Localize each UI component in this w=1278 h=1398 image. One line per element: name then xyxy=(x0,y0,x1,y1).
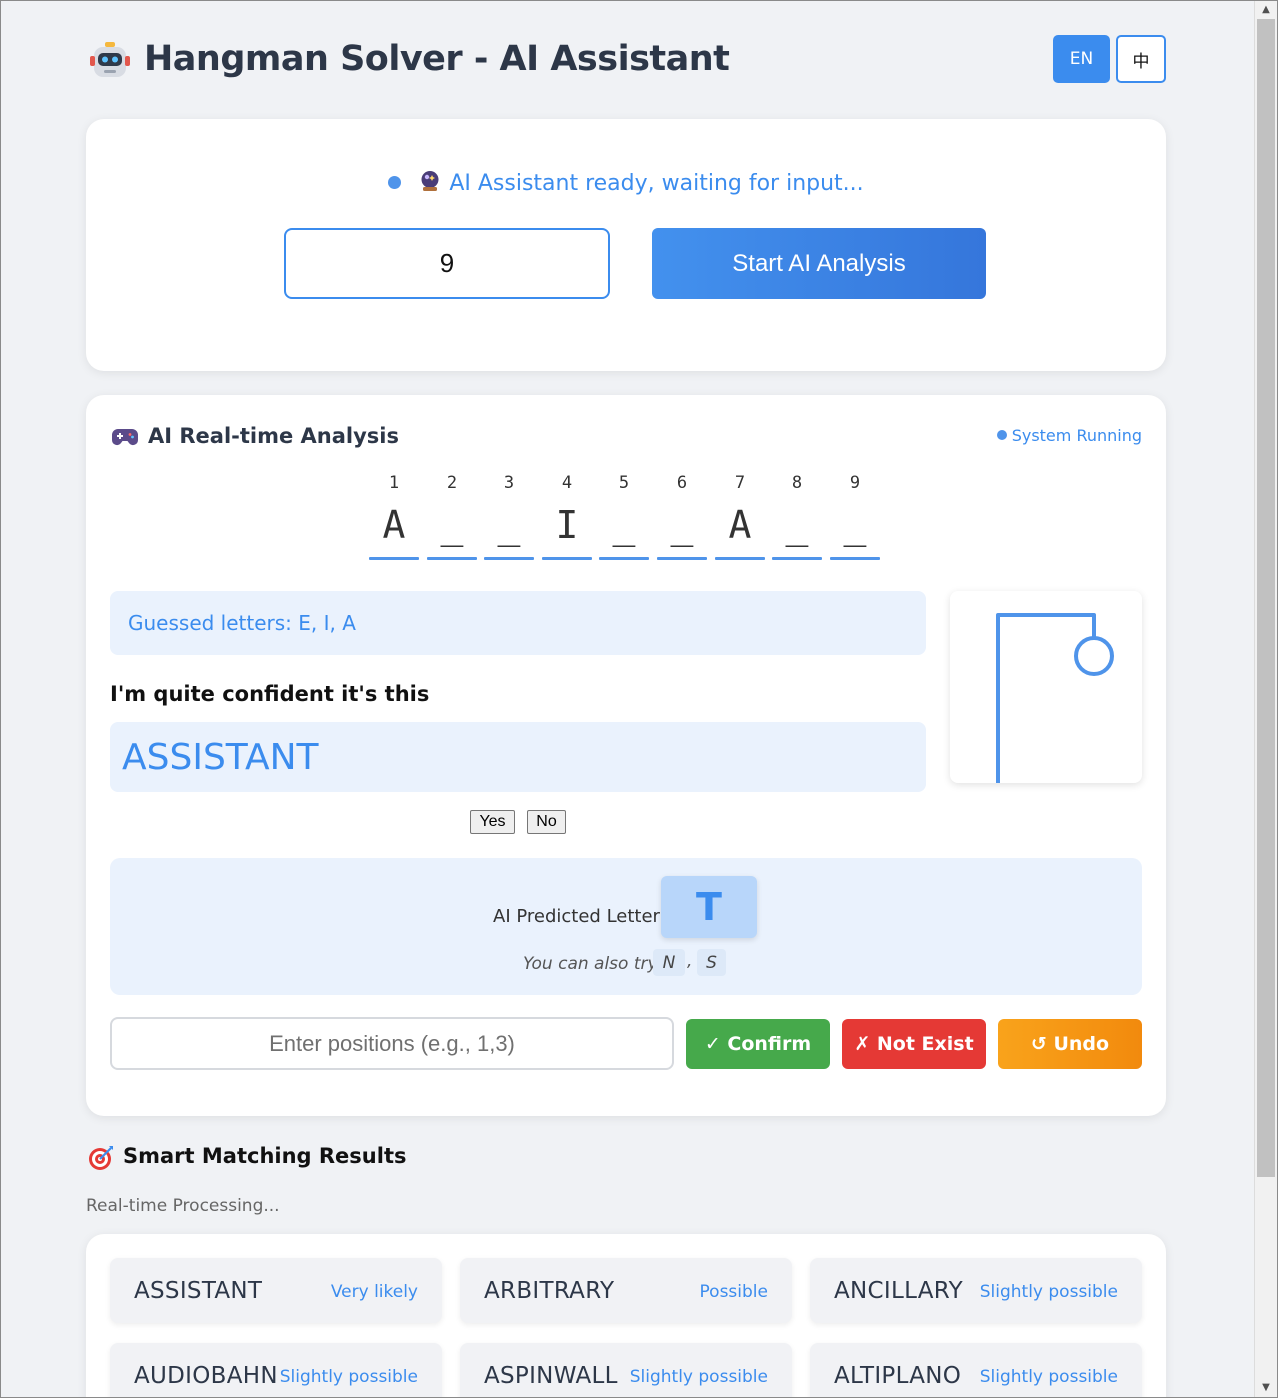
letter-slot[interactable]: 2 _ xyxy=(427,473,477,563)
lang-zh-button[interactable]: 中 xyxy=(1116,35,1166,83)
robot-icon xyxy=(90,42,130,77)
slot-letter: A xyxy=(728,503,752,547)
result-probability: Slightly possible xyxy=(629,1367,768,1387)
gallows-icon xyxy=(996,613,1114,783)
system-status: System Running xyxy=(996,426,1142,445)
slot-letter: _ xyxy=(612,503,636,547)
result-probability: Possible xyxy=(699,1282,768,1302)
app-title: Hangman Solver - AI Assistant xyxy=(144,39,730,79)
slot-number: 2 xyxy=(446,473,458,493)
gamepad-icon xyxy=(112,429,138,445)
result-word: ANCILLARY xyxy=(834,1278,963,1304)
result-word: AUDIOBAHN xyxy=(134,1363,278,1389)
predicted-letter: T xyxy=(661,876,757,938)
result-probability: Slightly possible xyxy=(279,1367,418,1387)
slot-number: 9 xyxy=(849,473,861,493)
alternative-letter[interactable]: S xyxy=(697,949,726,976)
slot-underline xyxy=(772,557,822,560)
page-scrollbar[interactable]: ▲ ▼ xyxy=(1254,1,1277,1397)
result-word: ARBITRARY xyxy=(484,1278,615,1304)
scroll-up-icon[interactable]: ▲ xyxy=(1255,1,1277,19)
letter-slot[interactable]: 1A xyxy=(369,473,419,563)
prediction-panel: AI Predicted Letter: T You can also try:… xyxy=(110,858,1142,995)
not-exist-button[interactable]: ✗ Not Exist xyxy=(842,1019,986,1069)
slot-underline xyxy=(657,557,707,560)
letter-slot[interactable]: 6 _ xyxy=(657,473,707,563)
lang-en-button[interactable]: EN xyxy=(1053,35,1110,83)
slot-underline xyxy=(715,557,765,560)
slot-underline xyxy=(427,557,477,560)
letter-slot[interactable]: 7A xyxy=(715,473,765,563)
start-analysis-button[interactable]: Start AI Analysis xyxy=(652,228,986,299)
slot-number: 4 xyxy=(561,473,573,493)
result-probability: Slightly possible xyxy=(979,1367,1118,1387)
slot-number: 8 xyxy=(791,473,803,493)
result-probability: Slightly possible xyxy=(979,1282,1118,1302)
slot-number: 1 xyxy=(388,473,400,493)
slot-underline xyxy=(542,557,592,560)
word-length-input[interactable] xyxy=(284,228,610,299)
slot-letter: _ xyxy=(670,503,694,547)
letter-slot[interactable]: 8 _ xyxy=(772,473,822,563)
status-dot xyxy=(996,430,1007,440)
results-title: Smart Matching Results xyxy=(123,1144,407,1168)
letter-slot[interactable]: 9 _ xyxy=(830,473,880,563)
slot-underline xyxy=(484,557,534,560)
slot-underline xyxy=(830,557,880,560)
crystal-ball-icon xyxy=(421,171,439,191)
undo-button[interactable]: ↺ Undo xyxy=(998,1019,1142,1069)
status-text: AI Assistant ready, waiting for input... xyxy=(449,171,864,196)
slot-letter: I xyxy=(555,503,579,547)
confident-label: I'm quite confident it's this xyxy=(110,682,430,706)
processing-status: Real-time Processing... xyxy=(86,1196,280,1216)
result-word-card[interactable]: ASSISTANT Very likely xyxy=(110,1258,442,1323)
target-icon xyxy=(89,1146,113,1170)
alternative-separator: , xyxy=(687,951,693,971)
slot-number: 6 xyxy=(676,473,688,493)
result-word: ASSISTANT xyxy=(134,1278,263,1304)
alternative-letter[interactable]: N xyxy=(653,949,685,976)
result-probability: Very likely xyxy=(330,1282,418,1302)
analysis-card: AI Real-time Analysis System Running 1A … xyxy=(86,395,1166,1116)
predict-label: AI Predicted Letter: xyxy=(493,906,666,927)
status-dot xyxy=(388,175,402,189)
scroll-down-icon[interactable]: ▼ xyxy=(1255,1379,1277,1397)
letter-slot[interactable]: 5 _ xyxy=(599,473,649,563)
result-word-card[interactable]: ANCILLARY Slightly possible xyxy=(810,1258,1142,1323)
yes-button[interactable]: Yes xyxy=(470,810,515,834)
result-word-card[interactable]: ARBITRARY Possible xyxy=(460,1258,792,1323)
result-word-card[interactable]: AUDIOBAHN Slightly possible xyxy=(110,1343,442,1398)
slot-letter: A xyxy=(382,503,406,547)
no-button[interactable]: No xyxy=(527,810,566,834)
results-card: ASSISTANT Very likely ARBITRARY Possible A… xyxy=(86,1234,1166,1398)
slot-underline xyxy=(599,557,649,560)
letter-slot[interactable]: 3 _ xyxy=(484,473,534,563)
result-word-card[interactable]: ALTIPLANO Slightly possible xyxy=(810,1343,1142,1398)
slot-letter: _ xyxy=(440,503,464,547)
guessed-letters: Guessed letters: E, I, A xyxy=(110,591,926,655)
slot-number: 7 xyxy=(734,473,746,493)
letter-slot[interactable]: 4I xyxy=(542,473,592,563)
header: Hangman Solver - AI Assistant EN 中 xyxy=(86,30,1166,90)
result-word: ASPINWALL xyxy=(484,1363,618,1389)
scrollbar-thumb[interactable] xyxy=(1257,19,1275,1177)
result-word: ALTIPLANO xyxy=(834,1363,962,1389)
suggested-word: ASSISTANT xyxy=(110,722,926,792)
slot-letter: _ xyxy=(497,503,521,547)
slot-underline xyxy=(369,557,419,560)
system-status-text: System Running xyxy=(1011,426,1142,445)
hangman-drawing xyxy=(950,591,1142,783)
status-line: AI Assistant ready, waiting for input... xyxy=(86,171,1166,196)
positions-input[interactable] xyxy=(110,1017,674,1070)
slot-number: 3 xyxy=(503,473,515,493)
result-word-card[interactable]: ASPINWALL Slightly possible xyxy=(460,1343,792,1398)
slot-letter: _ xyxy=(843,503,867,547)
analysis-title: AI Real-time Analysis xyxy=(148,424,400,448)
slot-letter: _ xyxy=(785,503,809,547)
also-try-label: You can also try: xyxy=(523,954,664,974)
setup-card: AI Assistant ready, waiting for input...… xyxy=(86,119,1166,371)
confirm-button[interactable]: ✓ Confirm xyxy=(686,1019,830,1069)
slot-number: 5 xyxy=(618,473,630,493)
